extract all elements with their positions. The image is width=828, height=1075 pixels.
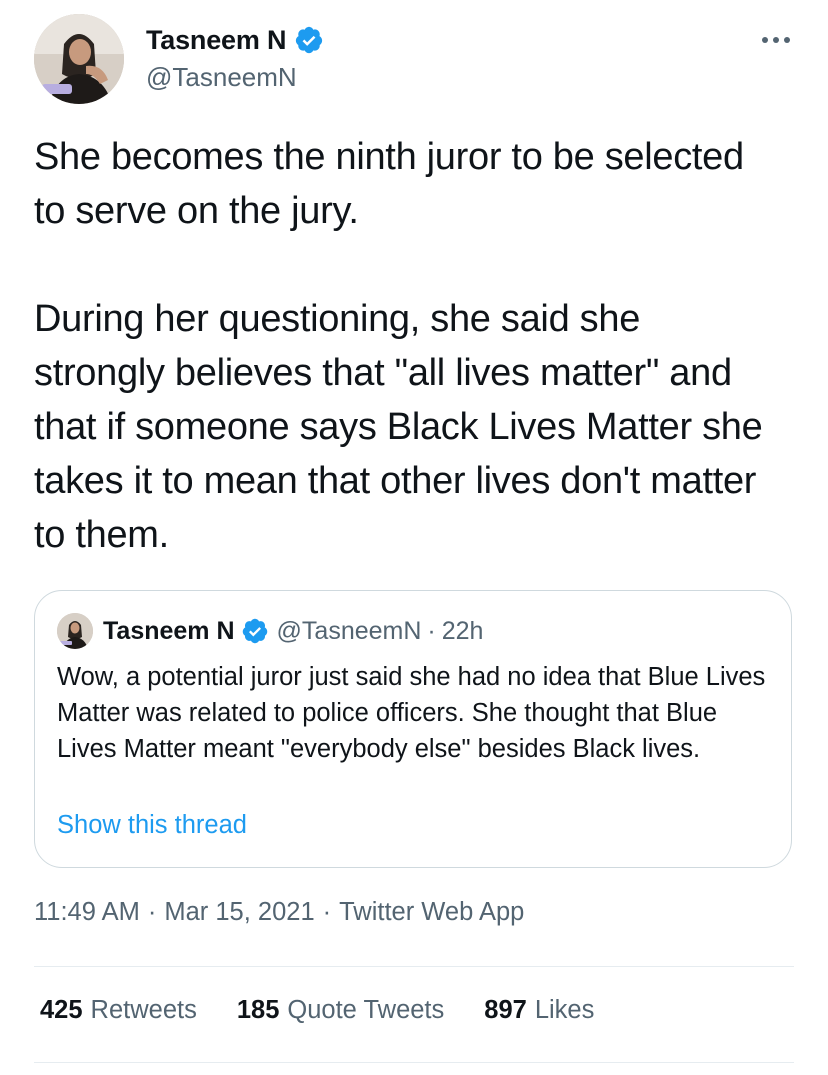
meta-separator: · <box>322 898 332 926</box>
retweets-label: Retweets <box>90 996 197 1024</box>
likes-stat[interactable]: 897 Likes <box>484 996 594 1025</box>
retweets-stat[interactable]: 425 Retweets <box>40 996 197 1025</box>
author-name[interactable]: Tasneem N <box>146 25 286 56</box>
quoted-separator: · <box>427 616 436 645</box>
verified-badge-icon <box>294 25 324 55</box>
author-name-row[interactable]: Tasneem N <box>146 22 324 58</box>
quote-tweets-count: 185 <box>236 996 280 1024</box>
tweet-paragraph: During her questioning, she said she str… <box>34 298 763 556</box>
more-dots-icon <box>762 37 790 43</box>
tweet-text: She becomes the ninth juror to be select… <box>34 130 774 562</box>
tweet-time[interactable]: 11:49 AM <box>34 898 140 927</box>
quoted-tweet-header: Tasneem N @TasneemN · 22h <box>57 613 483 649</box>
quote-tweets-label: Quote Tweets <box>287 996 445 1024</box>
quote-tweets-stat[interactable]: 185 Quote Tweets <box>237 996 444 1025</box>
tweet-meta: 11:49 AM · Mar 15, 2021 · Twitter Web Ap… <box>34 898 524 927</box>
meta-separator: · <box>147 898 157 926</box>
quoted-author-avatar <box>57 613 93 649</box>
author-avatar-image <box>34 14 124 104</box>
tweet-source[interactable]: Twitter Web App <box>339 898 524 927</box>
retweets-count: 425 <box>40 996 83 1024</box>
likes-label: Likes <box>534 996 595 1024</box>
quoted-author-handle: @TasneemN <box>276 616 422 645</box>
tweet-date[interactable]: Mar 15, 2021 <box>164 898 314 927</box>
quoted-author-name: Tasneem N <box>103 616 235 645</box>
show-thread-link[interactable]: Show this thread <box>57 811 247 840</box>
author-avatar[interactable] <box>34 14 124 104</box>
verified-badge-icon <box>241 617 269 645</box>
tweet-paragraph: She becomes the ninth juror to be select… <box>34 136 744 232</box>
author-handle[interactable]: @TasneemN <box>146 62 297 93</box>
tweet-stats: 425 Retweets 185 Quote Tweets 897 Likes <box>40 996 634 1025</box>
likes-count: 897 <box>484 996 527 1024</box>
quoted-timestamp: 22h <box>441 616 484 645</box>
quoted-tweet-card[interactable]: Tasneem N @TasneemN · 22h Wow, a potenti… <box>34 590 792 868</box>
tweet-detail: Tasneem N @TasneemN She becomes the nint… <box>0 0 828 1075</box>
divider <box>34 966 794 967</box>
divider <box>34 1062 794 1063</box>
more-options-button[interactable] <box>758 22 794 58</box>
quoted-tweet-text: Wow, a potential juror just said she had… <box>57 663 766 763</box>
